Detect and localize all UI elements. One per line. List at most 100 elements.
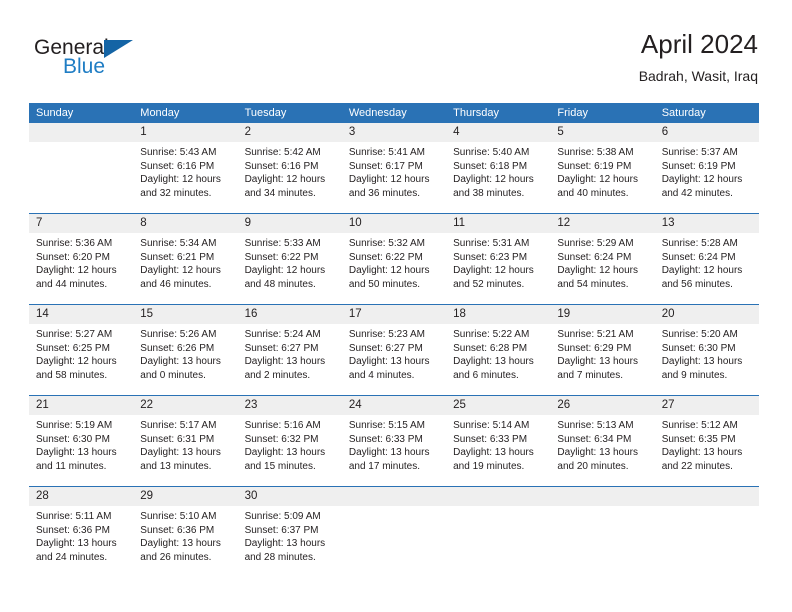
- day-cell[interactable]: 18 Sunrise: 5:22 AM Sunset: 6:28 PM Dayligh…: [446, 305, 551, 395]
- daylight-text-line2: and 50 minutes.: [348, 278, 421, 290]
- day-cell[interactable]: 14 Sunrise: 5:27 AM Sunset: 6:25 PM Dayligh…: [29, 305, 134, 395]
- sunrise-text: Sunrise: 5:28 AM: [661, 238, 738, 249]
- day-cell[interactable]: 11 Sunrise: 5:31 AM Sunset: 6:23 PM Dayligh…: [446, 214, 551, 304]
- day-cell[interactable]: 4 Sunrise: 5:40 AM Sunset: 6:18 PM Daylight…: [446, 123, 551, 213]
- sunset-text: Sunset: 6:33 PM: [453, 433, 528, 445]
- sunset-text: Sunset: 6:23 PM: [453, 251, 528, 263]
- daylight-text-line2: and 48 minutes.: [244, 278, 316, 290]
- daylight-text-line1: Daylight: 12 hours: [140, 174, 221, 186]
- day-cell[interactable]: 5 Sunrise: 5:38 AM Sunset: 6:19 PM Daylight…: [550, 123, 655, 213]
- triangle-logo-icon: [104, 40, 133, 58]
- daylight-text-line2: and 44 minutes.: [36, 278, 108, 290]
- day-number: [550, 487, 655, 506]
- calendar-week-row: 21 Sunrise: 5:19 AM Sunset: 6:30 PM Dayligh…: [29, 395, 759, 486]
- day-cell[interactable]: 15 Sunrise: 5:26 AM Sunset: 6:26 PM Dayligh…: [133, 305, 238, 395]
- day-cell[interactable]: 17 Sunrise: 5:23 AM Sunset: 6:27 PM Dayligh…: [341, 305, 447, 395]
- sunset-text: Sunset: 6:16 PM: [140, 160, 215, 172]
- daylight-text-line2: and 32 minutes.: [140, 187, 212, 199]
- day-number: 11: [446, 214, 551, 233]
- sunrise-text: Sunrise: 5:21 AM: [557, 329, 634, 340]
- day-details: Sunrise: 5:09 AM Sunset: 6:37 PM Daylight:…: [238, 506, 342, 564]
- day-details: Sunrise: 5:15 AM Sunset: 6:33 PM Daylight:…: [342, 415, 446, 473]
- sunrise-text: Sunrise: 5:11 AM: [36, 511, 112, 522]
- sunset-text: Sunset: 6:28 PM: [453, 342, 528, 354]
- day-details: Sunrise: 5:24 AM Sunset: 6:27 PM Daylight:…: [238, 324, 342, 382]
- day-cell[interactable]: 1 Sunrise: 5:43 AM Sunset: 6:16 PM Daylight…: [133, 123, 238, 213]
- day-cell[interactable]: 21 Sunrise: 5:19 AM Sunset: 6:30 PM Dayligh…: [29, 396, 134, 486]
- sunrise-text: Sunrise: 5:17 AM: [140, 420, 217, 431]
- day-cell[interactable]: 8 Sunrise: 5:34 AM Sunset: 6:21 PM Daylight…: [133, 214, 238, 304]
- sunset-text: Sunset: 6:16 PM: [244, 160, 319, 172]
- daylight-text-line2: and 24 minutes.: [36, 551, 108, 563]
- daylight-text-line2: and 26 minutes.: [140, 551, 212, 563]
- sunset-text: Sunset: 6:26 PM: [140, 342, 215, 354]
- day-cell[interactable]: 26 Sunrise: 5:13 AM Sunset: 6:34 PM Dayligh…: [550, 396, 655, 486]
- day-details: Sunrise: 5:23 AM Sunset: 6:27 PM Daylight:…: [342, 324, 446, 382]
- day-cell[interactable]: 30 Sunrise: 5:09 AM Sunset: 6:37 PM Dayligh…: [237, 487, 342, 577]
- day-number: 1: [133, 123, 238, 142]
- day-cell-empty: [341, 487, 447, 577]
- day-number: 14: [29, 305, 134, 324]
- sunrise-text: Sunrise: 5:24 AM: [244, 329, 321, 340]
- sunset-text: Sunset: 6:37 PM: [244, 524, 319, 536]
- day-cell[interactable]: 27 Sunrise: 5:12 AM Sunset: 6:35 PM Dayligh…: [654, 396, 759, 486]
- daylight-text-line2: and 40 minutes.: [557, 187, 629, 199]
- day-details: Sunrise: 5:32 AM Sunset: 6:22 PM Daylight:…: [342, 233, 446, 291]
- brand-logo[interactable]: General Blue: [34, 36, 274, 92]
- daylight-text-line2: and 38 minutes.: [453, 187, 525, 199]
- daylight-text-line1: Daylight: 12 hours: [36, 356, 117, 368]
- sunrise-text: Sunrise: 5:29 AM: [557, 238, 634, 249]
- sunset-text: Sunset: 6:19 PM: [661, 160, 736, 172]
- day-number: 26: [550, 396, 655, 415]
- day-cell[interactable]: 29 Sunrise: 5:10 AM Sunset: 6:36 PM Dayligh…: [133, 487, 238, 577]
- sunset-text: Sunset: 6:22 PM: [244, 251, 319, 263]
- daylight-text-line1: Daylight: 13 hours: [36, 538, 117, 550]
- sunrise-text: Sunrise: 5:38 AM: [557, 147, 634, 158]
- daylight-text-line2: and 56 minutes.: [661, 278, 733, 290]
- sunrise-text: Sunrise: 5:09 AM: [244, 511, 321, 522]
- day-cell[interactable]: 22 Sunrise: 5:17 AM Sunset: 6:31 PM Dayligh…: [133, 396, 238, 486]
- day-cell[interactable]: 9 Sunrise: 5:33 AM Sunset: 6:22 PM Daylight…: [237, 214, 342, 304]
- day-details: Sunrise: 5:20 AM Sunset: 6:30 PM Daylight:…: [655, 324, 759, 382]
- day-details: Sunrise: 5:41 AM Sunset: 6:17 PM Daylight:…: [342, 142, 446, 200]
- sunset-text: Sunset: 6:20 PM: [36, 251, 110, 263]
- sunrise-text: Sunrise: 5:13 AM: [557, 420, 634, 431]
- day-cell[interactable]: 6 Sunrise: 5:37 AM Sunset: 6:19 PM Daylight…: [654, 123, 759, 213]
- day-cell[interactable]: 25 Sunrise: 5:14 AM Sunset: 6:33 PM Dayligh…: [446, 396, 551, 486]
- sunset-text: Sunset: 6:34 PM: [557, 433, 632, 445]
- weekday-header-row: Sunday Monday Tuesday Wednesday Thursday Frid…: [29, 103, 759, 123]
- daylight-text-line2: and 15 minutes.: [244, 460, 316, 472]
- day-cell[interactable]: 7 Sunrise: 5:36 AM Sunset: 6:20 PM Daylight…: [29, 214, 134, 304]
- day-cell[interactable]: 10 Sunrise: 5:32 AM Sunset: 6:22 PM Dayligh…: [341, 214, 447, 304]
- sunrise-text: Sunrise: 5:31 AM: [453, 238, 530, 249]
- daylight-text-line2: and 7 minutes.: [557, 369, 624, 381]
- day-number: [341, 487, 447, 506]
- sunrise-text: Sunrise: 5:23 AM: [348, 329, 425, 340]
- daylight-text-line1: Daylight: 12 hours: [453, 174, 534, 186]
- day-cell[interactable]: 23 Sunrise: 5:16 AM Sunset: 6:32 PM Dayligh…: [237, 396, 342, 486]
- sunrise-text: Sunrise: 5:41 AM: [348, 147, 425, 158]
- day-number: 16: [237, 305, 342, 324]
- sunset-text: Sunset: 6:36 PM: [36, 524, 110, 536]
- day-details: Sunrise: 5:16 AM Sunset: 6:32 PM Daylight:…: [238, 415, 342, 473]
- day-cell[interactable]: 12 Sunrise: 5:29 AM Sunset: 6:24 PM Dayligh…: [550, 214, 655, 304]
- day-details: Sunrise: 5:10 AM Sunset: 6:36 PM Daylight:…: [133, 506, 237, 564]
- daylight-text-line1: Daylight: 13 hours: [453, 447, 534, 459]
- day-cell-empty: [446, 487, 551, 577]
- day-cell[interactable]: 19 Sunrise: 5:21 AM Sunset: 6:29 PM Dayligh…: [550, 305, 655, 395]
- day-cell[interactable]: 3 Sunrise: 5:41 AM Sunset: 6:17 PM Daylight…: [341, 123, 447, 213]
- day-cell[interactable]: 28 Sunrise: 5:11 AM Sunset: 6:36 PM Dayligh…: [29, 487, 134, 577]
- daylight-text-line1: Daylight: 12 hours: [661, 174, 743, 186]
- day-details: Sunrise: 5:26 AM Sunset: 6:26 PM Daylight:…: [133, 324, 237, 382]
- day-number: 5: [550, 123, 655, 142]
- day-cell[interactable]: 2 Sunrise: 5:42 AM Sunset: 6:16 PM Daylight…: [237, 123, 342, 213]
- sunset-text: Sunset: 6:19 PM: [557, 160, 632, 172]
- daylight-text-line1: Daylight: 12 hours: [557, 265, 639, 277]
- day-cell[interactable]: 24 Sunrise: 5:15 AM Sunset: 6:33 PM Dayligh…: [341, 396, 447, 486]
- day-cell[interactable]: 16 Sunrise: 5:24 AM Sunset: 6:27 PM Dayligh…: [237, 305, 342, 395]
- day-number: [29, 123, 134, 142]
- day-details: Sunrise: 5:19 AM Sunset: 6:30 PM Daylight:…: [29, 415, 133, 473]
- day-cell[interactable]: 13 Sunrise: 5:28 AM Sunset: 6:24 PM Dayligh…: [654, 214, 759, 304]
- calendar-week-row: 1 Sunrise: 5:43 AM Sunset: 6:16 PM Daylight…: [29, 123, 759, 213]
- day-cell[interactable]: 20 Sunrise: 5:20 AM Sunset: 6:30 PM Dayligh…: [654, 305, 759, 395]
